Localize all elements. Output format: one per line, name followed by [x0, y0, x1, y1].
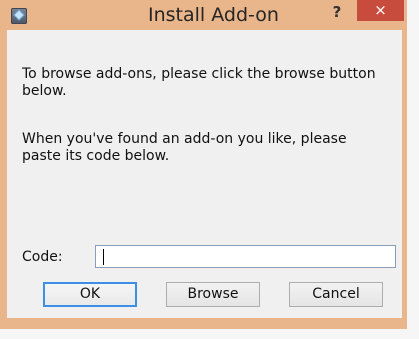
browse-button[interactable]: Browse [166, 282, 260, 307]
dialog-client-area: To browse add-ons, please click the brow… [7, 30, 402, 318]
close-button[interactable]: × [357, 0, 404, 21]
code-label: Code: [22, 249, 63, 265]
text-caret [103, 249, 104, 265]
code-input[interactable] [95, 245, 396, 268]
app-gem-icon [13, 9, 25, 21]
window-title: Install Add-on [148, 4, 279, 26]
install-add-on-window: Install Add-on ? × To browse add-ons, pl… [0, 0, 407, 329]
paste-code-instruction-text: When you've found an add-on you like, pl… [22, 131, 347, 164]
cancel-button[interactable]: Cancel [289, 282, 383, 307]
help-button[interactable]: ? [326, 3, 348, 21]
app-icon [11, 8, 27, 24]
window-titlebar[interactable]: Install Add-on ? × [0, 0, 407, 30]
browse-instruction-text: To browse add-ons, please click the brow… [22, 66, 376, 99]
ok-button[interactable]: OK [43, 282, 137, 307]
